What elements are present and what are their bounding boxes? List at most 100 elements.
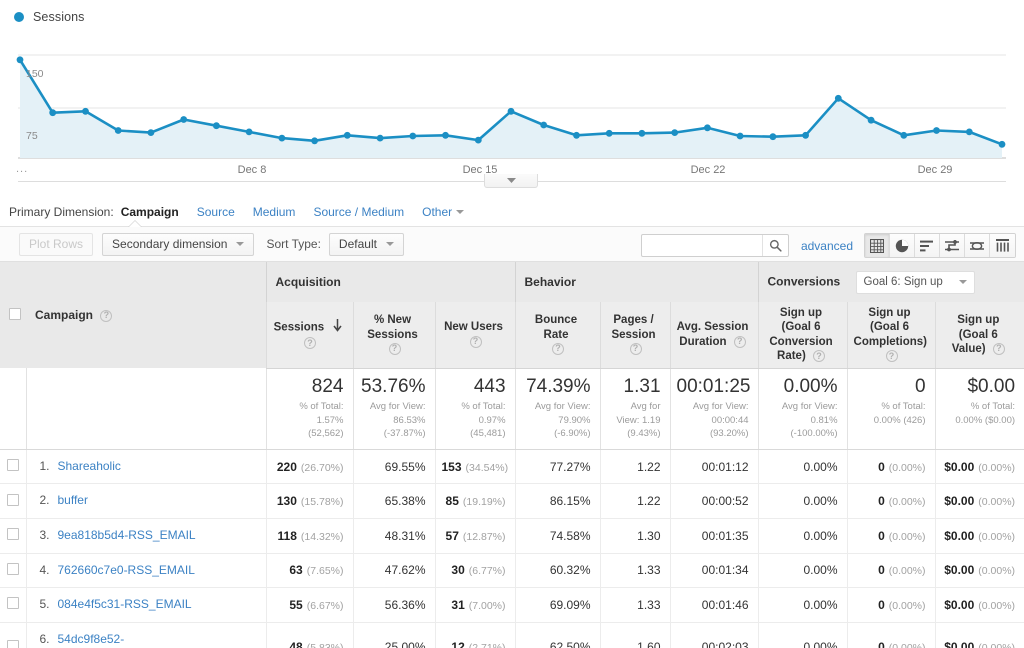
row-select-cell[interactable] <box>0 622 26 648</box>
chart-legend[interactable]: Sessions <box>14 10 85 24</box>
secondary-dimension-button[interactable]: Secondary dimension <box>102 233 254 256</box>
chart-data-point[interactable] <box>115 127 122 134</box>
help-icon[interactable]: ? <box>630 343 642 355</box>
select-all-checkbox[interactable] <box>9 308 21 320</box>
help-icon[interactable]: ? <box>886 350 898 362</box>
chart-data-point[interactable] <box>639 130 646 137</box>
chart-data-point[interactable] <box>377 135 384 142</box>
chart-data-point[interactable] <box>835 95 842 102</box>
chart-data-point[interactable] <box>606 130 613 137</box>
plot-rows-button[interactable]: Plot Rows <box>19 233 93 256</box>
chart-data-point[interactable] <box>246 129 253 136</box>
comparison-view-icon[interactable] <box>940 234 965 257</box>
chart-data-point[interactable] <box>704 124 711 131</box>
chart-data-point[interactable] <box>213 122 220 129</box>
chart-data-point[interactable] <box>409 133 416 140</box>
chart-data-point[interactable] <box>311 137 318 144</box>
table-view-icon[interactable] <box>865 234 890 257</box>
goal-select[interactable]: Goal 6: Sign up <box>856 271 975 294</box>
campaign-link[interactable]: 9ea818b5d4-RSS_EMAIL <box>58 528 196 544</box>
chart-data-point[interactable] <box>148 129 155 136</box>
column-header-new-users[interactable]: New Users ? <box>435 302 515 368</box>
campaign-link[interactable]: 084e4f5c31-RSS_EMAIL <box>58 597 192 613</box>
row-checkbox[interactable] <box>7 494 19 506</box>
bar-chart-view-icon[interactable] <box>915 234 940 257</box>
chart-data-point[interactable] <box>671 129 678 136</box>
totals-new-sessions-pct: 53.76% Avg for View: 86.53% (-37.87%) <box>353 368 435 449</box>
chart-data-point[interactable] <box>82 108 89 115</box>
row-select-cell[interactable] <box>0 449 26 484</box>
column-header-goal-completions[interactable]: Sign up (Goal 6 Completions) ? <box>847 302 935 368</box>
help-icon[interactable]: ? <box>993 343 1005 355</box>
chart-data-point[interactable] <box>49 109 56 116</box>
select-all-header[interactable] <box>0 262 26 368</box>
primary-dimension-source-medium[interactable]: Source / Medium <box>313 205 404 219</box>
row-index: 2. <box>27 493 58 507</box>
chart-plot-area[interactable]: 150 75 <box>0 32 1024 160</box>
chart-data-point[interactable] <box>180 116 187 123</box>
cell-new-users: 31(7.00%) <box>435 588 515 623</box>
chart-data-point[interactable] <box>573 132 580 139</box>
campaign-link[interactable]: 762660c7e0-RSS_EMAIL <box>58 563 195 579</box>
performance-view-icon[interactable] <box>965 234 990 257</box>
help-icon[interactable]: ? <box>734 336 746 348</box>
campaign-link[interactable]: Shareaholic <box>58 459 121 475</box>
help-icon[interactable]: ? <box>813 350 825 362</box>
chart-data-point[interactable] <box>933 127 940 134</box>
advanced-search-link[interactable]: advanced <box>801 239 853 253</box>
chart-data-point[interactable] <box>475 137 482 144</box>
search-input[interactable] <box>642 235 762 256</box>
chart-data-point[interactable] <box>966 129 973 136</box>
row-checkbox[interactable] <box>7 563 19 575</box>
chart-data-point[interactable] <box>802 132 809 139</box>
chart-data-point[interactable] <box>770 133 777 140</box>
help-icon[interactable]: ? <box>389 343 401 355</box>
row-select-cell[interactable] <box>0 553 26 588</box>
chart-data-point[interactable] <box>344 132 351 139</box>
row-select-cell[interactable] <box>0 484 26 519</box>
sort-type-select[interactable]: Default <box>329 233 404 256</box>
column-header-sessions[interactable]: Sessions ? <box>266 302 353 368</box>
chart-data-point[interactable] <box>737 133 744 140</box>
help-icon[interactable]: ? <box>552 343 564 355</box>
totals-pages-session-value: 1.31 <box>607 376 661 398</box>
chart-data-point[interactable] <box>540 122 547 129</box>
chart-data-point[interactable] <box>17 56 24 63</box>
chart-data-point[interactable] <box>900 132 907 139</box>
column-header-new-sessions-pct[interactable]: % New Sessions ? <box>353 302 435 368</box>
column-header-goal-value[interactable]: Sign up (Goal 6 Value) ? <box>935 302 1024 368</box>
help-icon[interactable]: ? <box>470 336 482 348</box>
column-header-goal-conversion-rate[interactable]: Sign up (Goal 6 Conversion Rate) ? <box>758 302 847 368</box>
chart-data-point[interactable] <box>508 108 515 115</box>
primary-dimension-campaign[interactable]: Campaign <box>121 205 179 219</box>
column-header-bounce-rate[interactable]: Bounce Rate ? <box>515 302 600 368</box>
row-checkbox[interactable] <box>7 640 19 648</box>
chart-collapse-toggle[interactable] <box>484 174 538 188</box>
search-box[interactable] <box>641 234 789 257</box>
primary-dimension-source[interactable]: Source <box>197 205 235 219</box>
column-header-avg-session-duration[interactable]: Avg. Session Duration ? <box>670 302 758 368</box>
row-select-cell[interactable] <box>0 588 26 623</box>
x-axis-tick-dec29: Dec 29 <box>918 164 953 176</box>
primary-dimension-other[interactable]: Other <box>422 205 464 219</box>
search-button[interactable] <box>762 235 788 256</box>
row-index: 3. <box>27 528 58 542</box>
row-checkbox[interactable] <box>7 459 19 471</box>
column-label-bounce-rate: Bounce Rate <box>535 314 577 340</box>
row-select-cell[interactable] <box>0 518 26 553</box>
chart-data-point[interactable] <box>442 132 449 139</box>
pie-chart-view-icon[interactable] <box>890 234 915 257</box>
help-icon[interactable]: ? <box>100 310 112 322</box>
help-icon[interactable]: ? <box>304 337 316 349</box>
pivot-view-icon[interactable] <box>990 234 1015 257</box>
chart-data-point[interactable] <box>999 141 1006 148</box>
column-header-pages-session[interactable]: Pages / Session ? <box>600 302 670 368</box>
primary-dimension-medium[interactable]: Medium <box>253 205 296 219</box>
campaign-link[interactable]: 54dc9f8e52-Blog_Promotion_Checklist <box>58 632 257 648</box>
row-checkbox[interactable] <box>7 597 19 609</box>
chart-data-point[interactable] <box>868 117 875 124</box>
row-checkbox[interactable] <box>7 528 19 540</box>
chart-data-point[interactable] <box>279 135 286 142</box>
campaign-dimension-header[interactable]: Campaign ? <box>26 262 266 368</box>
campaign-link[interactable]: buffer <box>58 493 88 509</box>
